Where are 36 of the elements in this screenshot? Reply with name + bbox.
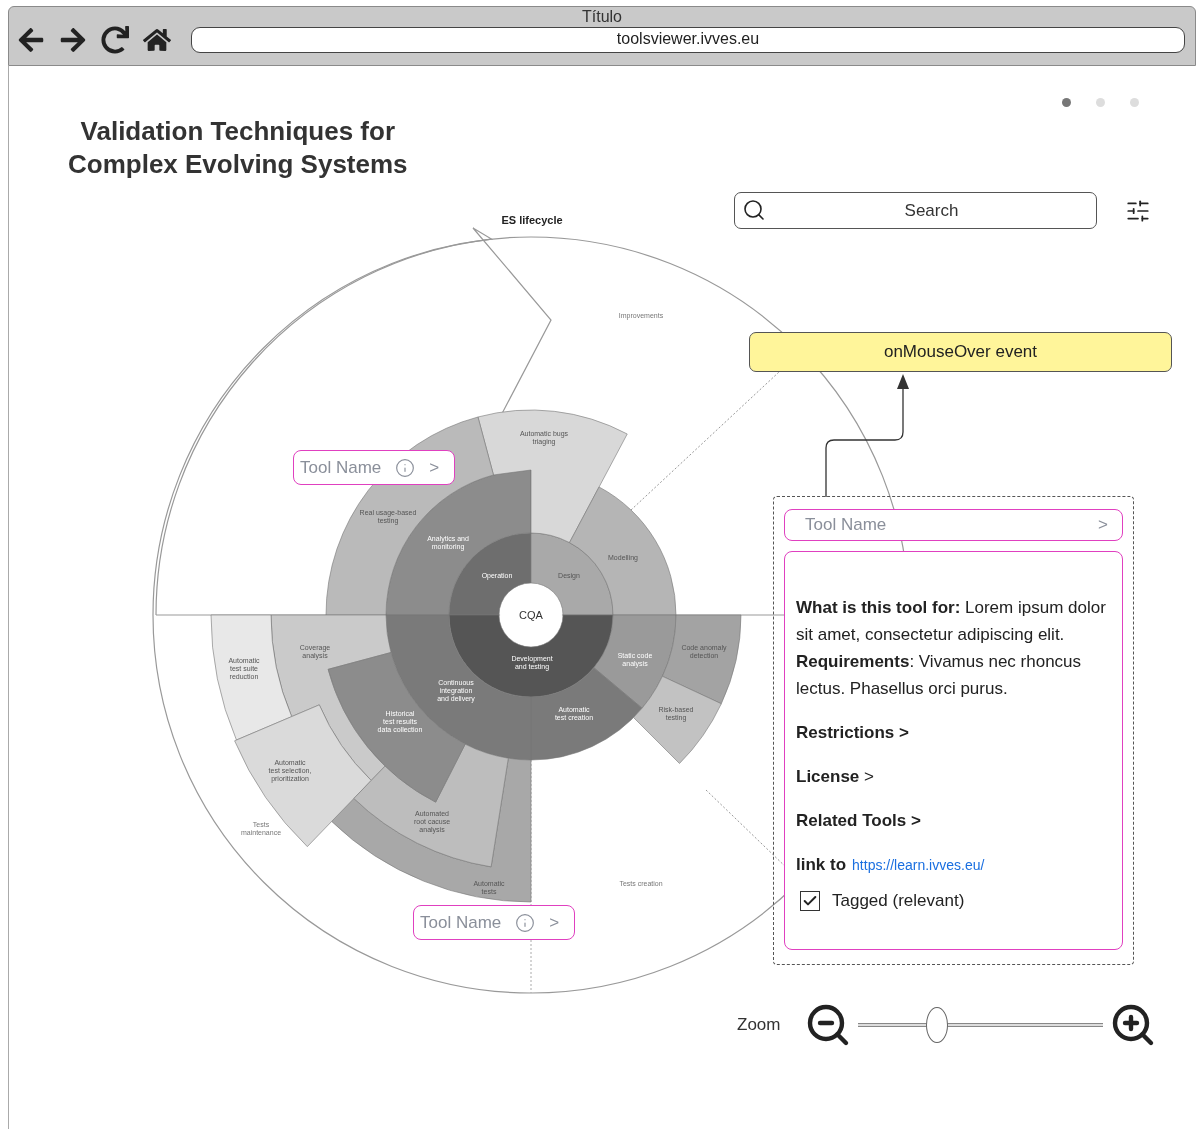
tagged-checkbox[interactable] [800,890,820,911]
back-arrow-icon[interactable] [17,26,45,54]
sunburst-segment[interactable] [477,409,628,543]
sunburst-segment[interactable] [331,757,532,903]
sunburst-segment[interactable] [593,614,677,709]
diagram-title: ES lifecycle [501,214,563,226]
description-text: What is this tool for: Lorem ipsum dolor sit amet, consectetur adipiscing elit. [796,597,1107,646]
link-label: link to [796,854,847,876]
info-icon[interactable] [515,912,536,933]
section-link[interactable]: Restrictions > [796,719,1114,746]
search-field[interactable]: Search [734,192,1097,229]
info-icon[interactable] [395,457,416,478]
section-link[interactable]: Related Tools > [796,807,1114,834]
center-label: CQA [519,609,543,621]
search-icon [742,198,766,222]
carousel-dot[interactable] [1062,98,1071,107]
sunburst-segment[interactable] [353,743,509,868]
window-title: Título [581,8,623,26]
address-bar[interactable]: toolsviewer.ivves.eu [191,27,1185,53]
zoom-label: Zoom [737,1015,781,1035]
page-title: Validation Techniques for Complex Evolving Systems [68,115,408,181]
home-icon[interactable] [143,26,171,54]
sunburst-segment[interactable] [662,614,742,705]
carousel-dot[interactable] [1130,98,1139,107]
filter-sliders-icon[interactable] [1125,197,1151,224]
event-note: onMouseOver event [749,332,1172,372]
section-link[interactable]: License > [796,763,1114,790]
description-text: Requirements: Vivamus nec rhoncus lectus. Phasellus orci purus. [796,651,1083,700]
reload-icon[interactable] [101,26,129,54]
forward-arrow-icon[interactable] [59,26,87,54]
tagged-label: Tagged (relevant) [832,890,965,912]
tool-link[interactable]: https://learn.ivves.eu/ [852,852,985,879]
sunburst-segment[interactable] [234,704,372,847]
zoom-slider-thumb[interactable] [925,1007,948,1043]
carousel-dot[interactable] [1096,98,1105,107]
sunburst-segment[interactable] [633,676,722,764]
